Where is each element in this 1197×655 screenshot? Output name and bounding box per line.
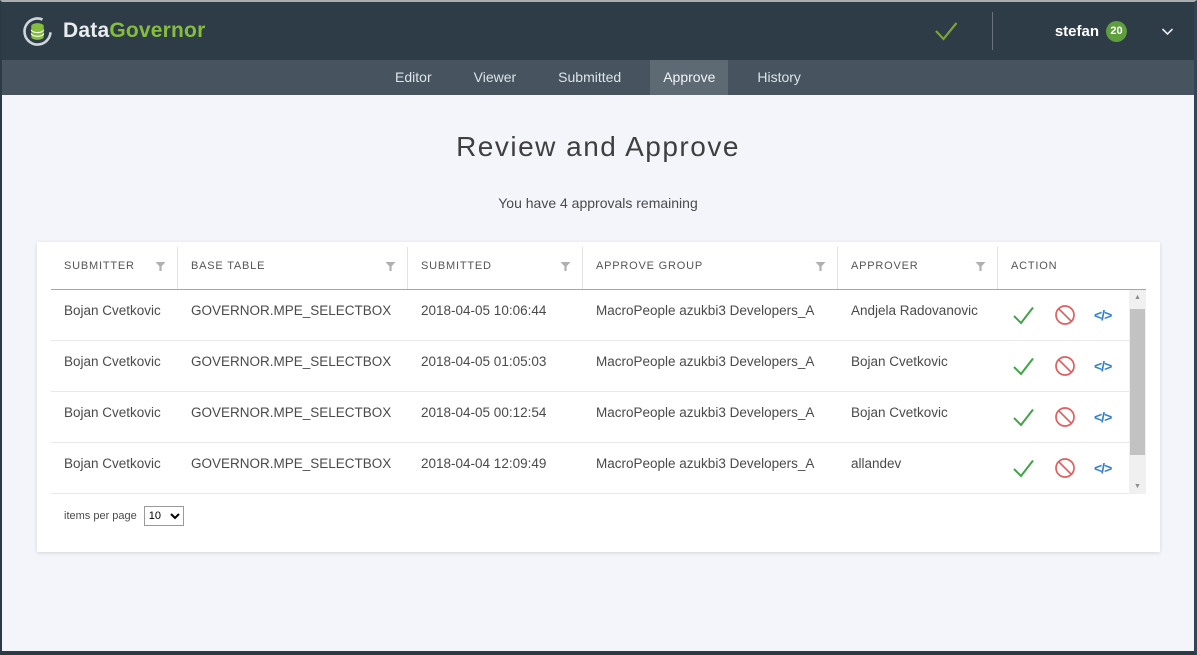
- cell-actions: </>: [998, 341, 1146, 391]
- approve-icon[interactable]: [1011, 405, 1036, 429]
- items-per-page-label: items per page: [64, 510, 137, 522]
- tab-viewer[interactable]: Viewer: [461, 60, 530, 95]
- cell-approve-group: MacroPeople azukbi3 Developers_A: [583, 392, 838, 442]
- items-per-page-select[interactable]: 10: [144, 506, 184, 526]
- table-row: Bojan Cvetkovic GOVERNOR.MPE_SELECTBOX 2…: [51, 290, 1146, 341]
- app-logo[interactable]: DataGovernor: [22, 16, 205, 47]
- filter-icon[interactable]: [975, 261, 986, 272]
- logo-text: DataGovernor: [63, 19, 205, 43]
- cell-submitted: 2018-04-04 12:09:49: [408, 443, 583, 493]
- column-header-base-table[interactable]: BASE TABLE: [178, 242, 408, 289]
- logo-text-primary: Data: [63, 19, 109, 42]
- cell-approve-group: MacroPeople azukbi3 Developers_A: [583, 341, 838, 391]
- grid-scrollbar[interactable]: ▲ ▼: [1129, 290, 1146, 494]
- user-badge: 20: [1106, 21, 1127, 42]
- table-row: Bojan Cvetkovic GOVERNOR.MPE_SELECTBOX 2…: [51, 341, 1146, 392]
- chevron-down-icon: [1161, 27, 1174, 36]
- approve-icon[interactable]: [1011, 303, 1036, 327]
- view-code-icon[interactable]: </>: [1094, 358, 1111, 374]
- app-window: DataGovernor stefan 20 Editor Vie: [0, 0, 1197, 655]
- view-code-icon[interactable]: </>: [1094, 409, 1111, 425]
- column-label: SUBMITTED: [421, 260, 492, 272]
- cell-base-table: GOVERNOR.MPE_SELECTBOX: [178, 341, 408, 391]
- filter-icon[interactable]: [385, 261, 396, 272]
- cell-approve-group: MacroPeople azukbi3 Developers_A: [583, 290, 838, 340]
- approve-icon[interactable]: [1011, 456, 1036, 480]
- header-right: stefan 20: [932, 12, 1174, 50]
- column-label: APPROVER: [851, 260, 919, 272]
- tab-submitted[interactable]: Submitted: [545, 60, 634, 95]
- cell-base-table: GOVERNOR.MPE_SELECTBOX: [178, 443, 408, 493]
- cell-base-table: GOVERNOR.MPE_SELECTBOX: [178, 392, 408, 442]
- column-label: APPROVE GROUP: [596, 260, 703, 272]
- cell-approver: Bojan Cvetkovic: [838, 392, 998, 442]
- logo-text-secondary: Governor: [109, 19, 205, 42]
- filter-icon[interactable]: [815, 261, 826, 272]
- scrollbar-thumb[interactable]: [1130, 309, 1145, 455]
- column-header-approver[interactable]: APPROVER: [838, 242, 998, 289]
- column-header-submitter[interactable]: SUBMITTER: [51, 242, 178, 289]
- approvals-grid: SUBMITTER BASE TABLE SUBMITTED: [37, 242, 1160, 552]
- cell-submitted: 2018-04-05 00:12:54: [408, 392, 583, 442]
- view-code-icon[interactable]: </>: [1094, 460, 1111, 476]
- tab-editor[interactable]: Editor: [382, 60, 445, 95]
- filter-icon[interactable]: [560, 261, 571, 272]
- column-header-submitted[interactable]: SUBMITTED: [408, 242, 583, 289]
- scroll-down-icon[interactable]: ▼: [1129, 479, 1146, 494]
- table-row: Bojan Cvetkovic GOVERNOR.MPE_SELECTBOX 2…: [51, 392, 1146, 443]
- tab-approve[interactable]: Approve: [650, 60, 728, 95]
- approve-icon[interactable]: [1011, 354, 1036, 378]
- approvals-check-icon[interactable]: [932, 19, 960, 43]
- approvals-remaining-text: You have 4 approvals remaining: [2, 195, 1194, 211]
- column-header-action: ACTION: [998, 242, 1146, 289]
- grid-footer: items per page 10: [51, 494, 1146, 526]
- user-menu[interactable]: stefan 20: [1055, 21, 1174, 42]
- scroll-up-icon[interactable]: ▲: [1129, 290, 1146, 305]
- column-label: BASE TABLE: [191, 260, 265, 272]
- cell-actions: </>: [998, 290, 1146, 340]
- filter-icon[interactable]: [155, 261, 166, 272]
- tab-history[interactable]: History: [744, 60, 814, 95]
- table-row: Bojan Cvetkovic GOVERNOR.MPE_SELECTBOX 2…: [51, 443, 1146, 494]
- cell-submitter: Bojan Cvetkovic: [51, 443, 178, 493]
- reject-icon[interactable]: [1053, 354, 1077, 378]
- column-header-approve-group[interactable]: APPROVE GROUP: [583, 242, 838, 289]
- user-name: stefan: [1055, 23, 1099, 40]
- view-code-icon[interactable]: </>: [1094, 307, 1111, 323]
- header-divider: [992, 12, 993, 50]
- cell-actions: </>: [998, 443, 1146, 493]
- database-logo-icon: [22, 16, 53, 47]
- reject-icon[interactable]: [1053, 405, 1077, 429]
- cell-submitted: 2018-04-05 01:05:03: [408, 341, 583, 391]
- cell-submitter: Bojan Cvetkovic: [51, 290, 178, 340]
- reject-icon[interactable]: [1053, 303, 1077, 327]
- cell-approve-group: MacroPeople azukbi3 Developers_A: [583, 443, 838, 493]
- cell-submitter: Bojan Cvetkovic: [51, 392, 178, 442]
- column-label: ACTION: [1011, 260, 1057, 272]
- reject-icon[interactable]: [1053, 456, 1077, 480]
- cell-approver: Andjela Radovanovic: [838, 290, 998, 340]
- grid-header-row: SUBMITTER BASE TABLE SUBMITTED: [51, 242, 1146, 290]
- cell-approver: allandev: [838, 443, 998, 493]
- main-nav: Editor Viewer Submitted Approve History: [2, 60, 1194, 95]
- app-header: DataGovernor stefan 20: [2, 2, 1194, 60]
- cell-submitter: Bojan Cvetkovic: [51, 341, 178, 391]
- cell-submitted: 2018-04-05 10:06:44: [408, 290, 583, 340]
- cell-approver: Bojan Cvetkovic: [838, 341, 998, 391]
- cell-base-table: GOVERNOR.MPE_SELECTBOX: [178, 290, 408, 340]
- cell-actions: </>: [998, 392, 1146, 442]
- page-title: Review and Approve: [2, 131, 1194, 163]
- column-label: SUBMITTER: [64, 260, 135, 272]
